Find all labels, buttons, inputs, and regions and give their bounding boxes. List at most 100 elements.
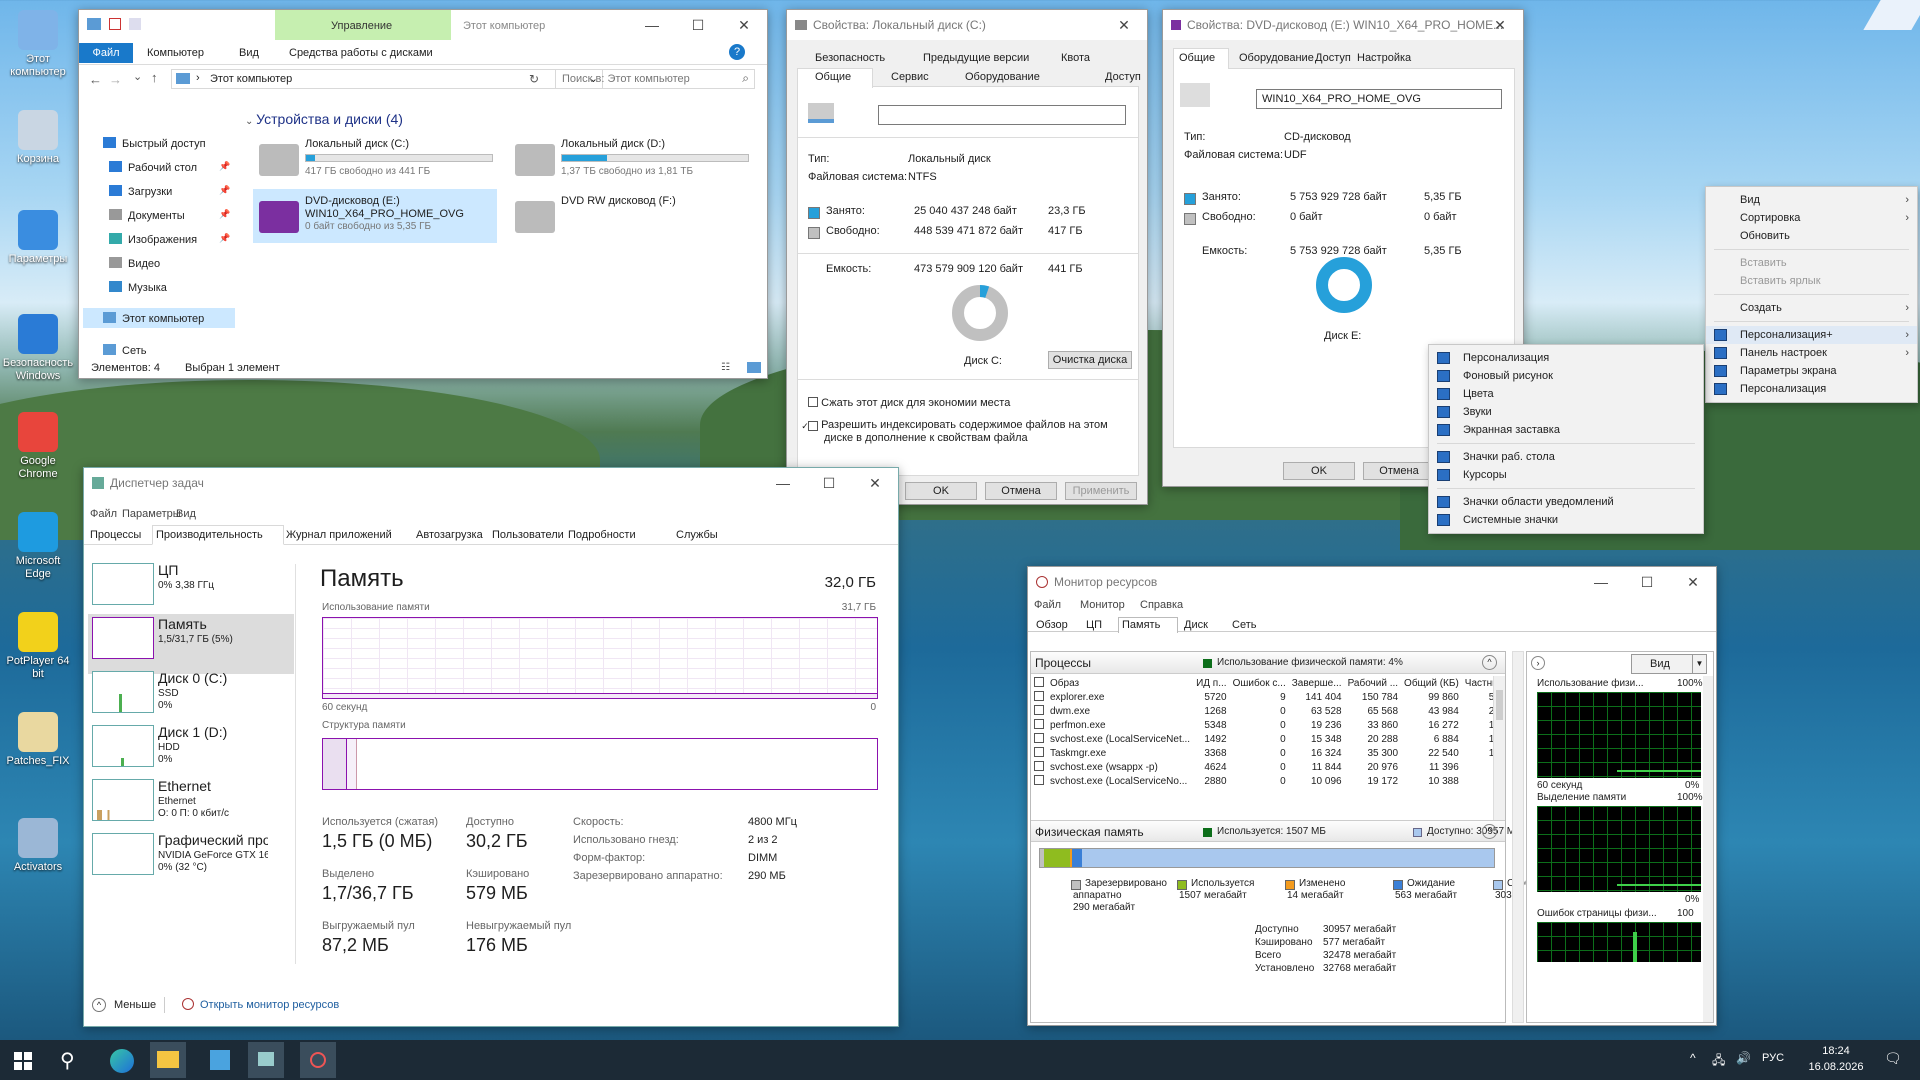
recent-icon[interactable]: ⌄: [133, 70, 142, 83]
column-header[interactable]: ИД п...: [1193, 676, 1230, 690]
tab[interactable]: Подробности: [568, 529, 636, 541]
menu-item[interactable]: Вид: [176, 508, 196, 520]
new-folder-icon[interactable]: [129, 18, 141, 30]
fewer-details-button[interactable]: ^ Меньше: [92, 998, 156, 1012]
minimize-icon[interactable]: —: [629, 10, 675, 40]
disk-cleanup-button[interactable]: Очистка диска: [1048, 351, 1132, 369]
tray-chevron-icon[interactable]: ^: [1690, 1051, 1696, 1065]
maximize-icon[interactable]: ☐: [806, 468, 852, 498]
tab[interactable]: Настройка: [1357, 52, 1411, 64]
menu-item[interactable]: Параметры: [122, 508, 181, 520]
tab-view[interactable]: Вид: [239, 47, 259, 59]
menu-item[interactable]: Вставить ярлык: [1706, 272, 1917, 290]
menu-item[interactable]: Фоновый рисунок: [1429, 367, 1703, 385]
tab[interactable]: Память: [1122, 619, 1160, 631]
resource-monitor-taskbar-button[interactable]: [300, 1042, 336, 1078]
menu-item[interactable]: Системные значки: [1429, 511, 1703, 529]
menu-item[interactable]: Параметры экрана: [1706, 362, 1917, 380]
minimize-icon[interactable]: —: [1578, 567, 1624, 597]
menu-item[interactable]: Значки области уведомлений: [1429, 493, 1703, 511]
language-indicator[interactable]: РУС: [1762, 1052, 1784, 1064]
task-manager-taskbar-button[interactable]: [248, 1042, 284, 1078]
table-row[interactable]: svchost.exe (wsappx -p) 4624 0 11 844 20 976…: [1031, 760, 1503, 774]
tab-computer[interactable]: Компьютер: [147, 47, 204, 59]
desktop-icon[interactable]: Этот компьютер: [2, 10, 74, 79]
perf-side-item[interactable]: ЦП 0% 3,38 ГГц: [92, 560, 252, 610]
cancel-button[interactable]: Отмена: [985, 482, 1057, 500]
nav-item[interactable]: Рабочий стол: [109, 161, 197, 174]
tab[interactable]: Обзор: [1036, 619, 1068, 631]
desktop-icon[interactable]: Activators: [2, 818, 74, 874]
clock-time[interactable]: 18:24: [1806, 1045, 1866, 1057]
desktop-icon[interactable]: Google Chrome: [2, 412, 74, 481]
perf-side-item[interactable]: Ethernet Ethernet О: 0 П: 0 кбит/с: [92, 776, 252, 826]
processes-header[interactable]: Процессы Использование физической памяти…: [1031, 652, 1505, 674]
nav-item[interactable]: Загрузки: [109, 185, 172, 198]
drive-item[interactable]: DVD-дисковод (E:) WIN10_X64_PRO_HOME_OVG 0…: [255, 193, 495, 243]
select-all-checkbox[interactable]: [1034, 677, 1044, 687]
nav-item[interactable]: Видео: [109, 257, 160, 270]
menu-item[interactable]: Значки раб. стола: [1429, 448, 1703, 466]
tab[interactable]: Общие: [815, 71, 851, 83]
close-icon[interactable]: ✕: [721, 10, 767, 40]
volume-label-input[interactable]: [878, 105, 1126, 125]
menu-item[interactable]: Справка: [1140, 599, 1183, 611]
desktop-icon[interactable]: PotPlayer 64 bit: [2, 612, 74, 681]
tab[interactable]: Процессы: [90, 529, 141, 541]
scrollbar[interactable]: [1703, 676, 1713, 1022]
tab[interactable]: Предыдущие версии: [923, 52, 1029, 64]
scrollbar[interactable]: [1512, 651, 1524, 1023]
nav-item[interactable]: Музыка: [109, 281, 167, 294]
tab[interactable]: Квота: [1061, 52, 1090, 64]
large-icons-view-icon[interactable]: [747, 362, 761, 373]
desktop-icon[interactable]: Корзина: [2, 110, 74, 166]
start-icon[interactable]: [14, 1052, 32, 1070]
menu-item[interactable]: Курсоры: [1429, 466, 1703, 484]
cancel-button[interactable]: Отмена: [1363, 462, 1435, 480]
table-row[interactable]: svchost.exe (LocalServiceNet... 1492 0 15 3…: [1031, 732, 1503, 746]
edge-icon[interactable]: [110, 1049, 134, 1073]
menu-item[interactable]: Панель настроек ›: [1706, 344, 1917, 362]
menu-item[interactable]: Цвета: [1429, 385, 1703, 403]
nav-item[interactable]: Изображения: [109, 233, 197, 246]
nav-item[interactable]: Сеть: [103, 344, 146, 357]
tab[interactable]: ЦП: [1086, 619, 1102, 631]
details-view-icon[interactable]: ☷: [721, 362, 730, 373]
menu-item[interactable]: Монитор: [1080, 599, 1125, 611]
row-checkbox[interactable]: [1034, 719, 1044, 729]
close-icon[interactable]: ✕: [852, 468, 898, 498]
quick-access-toolbar[interactable]: [87, 18, 177, 32]
tab[interactable]: Сеть: [1232, 619, 1256, 631]
tab[interactable]: Доступ: [1315, 52, 1351, 64]
desktop-icon[interactable]: Параметры: [2, 210, 74, 266]
perf-side-item[interactable]: Графический про NVIDIA GeForce GTX 166 0% …: [92, 830, 268, 880]
menu-item[interactable]: Персонализация: [1706, 380, 1917, 398]
tab-file[interactable]: Файл: [79, 43, 133, 63]
menu-item[interactable]: Персонализация: [1429, 349, 1703, 367]
nav-item[interactable]: Быстрый доступ: [103, 137, 206, 150]
tab[interactable]: Сервис: [891, 71, 929, 83]
expand-icon[interactable]: ›: [1531, 656, 1545, 670]
row-checkbox[interactable]: [1034, 733, 1044, 743]
index-checkbox[interactable]: ✓ Разрешить индексировать содержимое фай…: [801, 419, 1128, 445]
view-dropdown[interactable]: Вид ▼: [1631, 654, 1707, 674]
help-icon[interactable]: ?: [729, 44, 745, 60]
row-checkbox[interactable]: [1034, 761, 1044, 771]
drive-item[interactable]: Локальный диск (D:) 1,37 ТБ свободно из 1…: [511, 136, 751, 186]
tab-drive-tools[interactable]: Средства работы с дисками: [289, 47, 433, 59]
store-icon[interactable]: [210, 1050, 230, 1070]
column-header[interactable]: Рабочий ...: [1345, 676, 1401, 690]
row-checkbox[interactable]: [1034, 691, 1044, 701]
explorer-taskbar-button[interactable]: [150, 1042, 186, 1078]
tab[interactable]: Доступ: [1105, 71, 1141, 83]
perf-side-item[interactable]: Диск 1 (D:) HDD 0%: [92, 722, 252, 772]
tab[interactable]: Диск: [1184, 619, 1208, 631]
perf-side-item[interactable]: Память 1,5/31,7 ГБ (5%): [92, 614, 252, 664]
column-header[interactable]: Заверше...: [1289, 676, 1345, 690]
menu-item[interactable]: Создать ›: [1706, 299, 1917, 317]
close-icon[interactable]: ✕: [1101, 10, 1147, 40]
menu-item[interactable]: Файл: [1034, 599, 1061, 611]
column-header[interactable]: Образ: [1031, 676, 1193, 690]
menu-item[interactable]: Экранная заставка: [1429, 421, 1703, 439]
pin-icon[interactable]: 📌: [219, 185, 230, 196]
